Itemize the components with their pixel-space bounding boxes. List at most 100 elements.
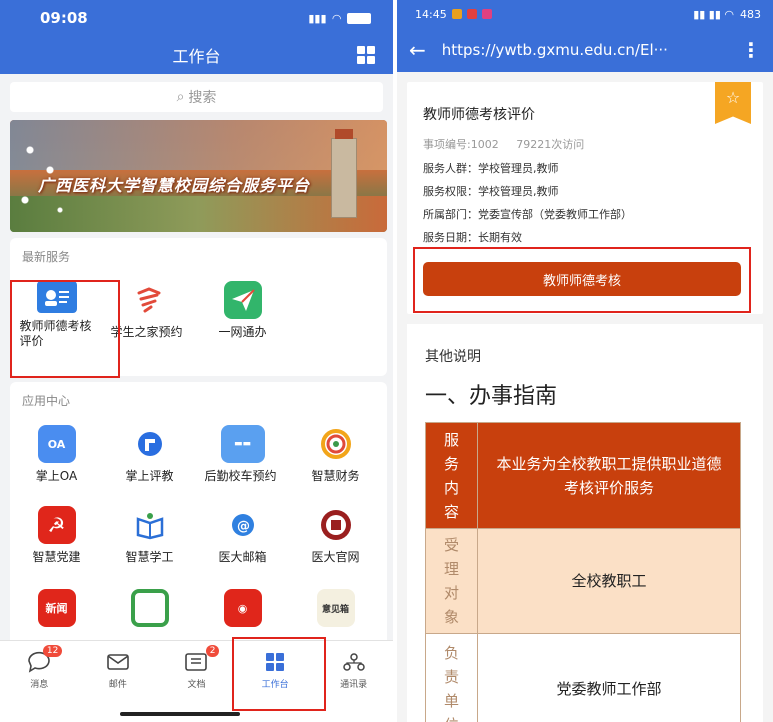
tab-mail[interactable]: 邮件 (79, 641, 158, 722)
svg-text:@: @ (237, 519, 250, 534)
tab-documents[interactable]: 2 文档 (157, 641, 236, 722)
one-network-icon: ◉ (223, 589, 262, 627)
green-square-icon (130, 589, 169, 627)
section-title: 应用中心 (22, 394, 71, 408)
tab-messages[interactable]: 12 消息 (0, 641, 79, 722)
service-meta: 事项编号:1002 79221次访问 (423, 136, 584, 152)
service-label: 一网通办 (218, 325, 267, 339)
opinion-box-icon: 意见箱 (316, 589, 355, 627)
back-arrow-icon[interactable]: ← (409, 38, 426, 62)
table-value: 全校教职工 (477, 528, 741, 634)
signal-icon: ▮▮▮ (308, 11, 327, 25)
app-green-square[interactable] (103, 589, 196, 627)
guide-table: 服务内容 本业务为全校教职工提供职业道德考核评价服务 受理对象 全校教职工 负责… (425, 422, 741, 722)
search-icon: ⌕ (176, 89, 185, 105)
student-home-icon (130, 281, 169, 319)
notification-icon (481, 9, 492, 19)
app-header: 工作台 (0, 36, 393, 74)
app-party-building[interactable]: ☭ 智慧党建 (10, 506, 103, 565)
banner-text: 广西医科大学智慧校园综合服务平台 (38, 176, 311, 195)
table-row: 负责单位 党委教师工作部 (425, 633, 741, 722)
app-one-network[interactable]: ◉ (196, 589, 289, 627)
status-icons: ▮▮▮ ◠ (308, 12, 371, 25)
browser-url-bar: ← https://ywtb.gxmu.edu.cn/El··· ⋮ (397, 28, 773, 72)
official-site-icon (316, 506, 355, 544)
latest-services-card: 最新服务 教师师德考核评价 学生之家预约 一网通办 (10, 238, 387, 378)
highlight-box (10, 280, 120, 378)
table-key: 受理对象 (425, 528, 478, 634)
envelope-icon (105, 651, 131, 673)
service-name: 教师师德考核评价 (423, 107, 535, 123)
tab-contacts[interactable]: 通讯录 (314, 641, 393, 722)
app-teaching-eval[interactable]: 掌上评教 (103, 425, 196, 484)
service-label: 学生之家预约 (110, 325, 183, 339)
app-finance[interactable]: 智慧财务 (289, 425, 382, 484)
mail-icon: @ (223, 506, 262, 544)
app-label: 掌上OA (35, 469, 78, 483)
other-notes-title: 其他说明 (425, 349, 481, 365)
status-time: 09:08 (40, 9, 88, 27)
paper-plane-icon (223, 281, 262, 319)
table-value: 党委教师工作部 (477, 633, 741, 722)
battery-level: 483 (740, 7, 761, 21)
info-service-date: 服务日期：长期有效 (423, 231, 522, 244)
highlight-box (232, 637, 326, 711)
guide-heading: 一、办事指南 (425, 384, 558, 409)
app-label: 智慧党建 (32, 550, 81, 564)
notification-icon (466, 9, 477, 19)
app-student-affairs[interactable]: 智慧学工 (103, 506, 196, 565)
battery-icon (347, 12, 371, 24)
party-building-icon: ☭ (37, 506, 76, 544)
document-icon: 2 (183, 645, 220, 673)
start-assessment-button[interactable]: 教师师德考核 (423, 262, 741, 296)
news-icon: 新闻 (37, 589, 76, 627)
teaching-eval-icon (130, 425, 169, 463)
visit-count: 79221次访问 (516, 138, 585, 151)
app-news[interactable]: 新闻 (10, 589, 103, 627)
clock-tower-image (331, 129, 357, 218)
app-school-bus[interactable]: ▬▬ 后勤校车预约 (196, 425, 289, 484)
app-label: 医大邮箱 (218, 550, 267, 564)
url-text[interactable]: https://ywtb.gxmu.edu.cn/El··· (442, 41, 741, 59)
unread-badge: 2 (205, 645, 220, 657)
table-row: 服务内容 本业务为全校教职工提供职业道德考核评价服务 (425, 422, 741, 529)
wifi-icon: ◠ (332, 11, 341, 25)
tab-label: 通讯录 (340, 680, 368, 690)
service-guide-card: 其他说明 一、办事指南 服务内容 本业务为全校教职工提供职业道德考核评价服务 受… (407, 324, 763, 722)
info-department: 所属部门：党委宣传部（党委教师工作部） (423, 208, 632, 221)
app-label: 医大官网 (311, 550, 360, 564)
app-label: 后勤校车预约 (204, 469, 277, 483)
table-key: 负责单位 (425, 633, 478, 722)
campus-banner[interactable]: 广西医科大学智慧校园综合服务平台 (10, 120, 387, 232)
search-input[interactable]: ⌕ 搜索 (10, 82, 383, 112)
apps-grid-icon[interactable] (357, 46, 375, 64)
service-detail-card: 教师师德考核评价 ☆ 事项编号:1002 79221次访问 服务人群：学校管理员… (407, 82, 763, 314)
bottom-tab-bar: 12 消息 邮件 2 文档 工作台 通讯录 (0, 637, 393, 722)
table-key: 服务内容 (425, 422, 478, 529)
more-menu-icon[interactable]: ⋮ (741, 38, 761, 62)
app-opinion-box[interactable]: 意见箱 (289, 589, 382, 627)
app-label: 智慧财务 (311, 469, 360, 483)
left-phone-screen: 09:08 ▮▮▮ ◠ 工作台 ⌕ 搜索 广西医科大学智慧校园综合服务平台 最新… (0, 0, 393, 722)
service-one-stop[interactable]: 一网通办 (196, 281, 289, 349)
home-indicator (120, 712, 240, 716)
search-placeholder: 搜索 (188, 90, 217, 106)
info-audience: 服务人群：学校管理员,教师 (423, 162, 559, 175)
student-affairs-icon (130, 506, 169, 544)
right-phone-screen: 14:45 ▮▮ ▮▮ ◠ 483 ← https://ywtb.gxmu.ed… (397, 0, 773, 722)
app-oa[interactable]: OA 掌上OA (10, 425, 103, 484)
table-row: 受理对象 全校教职工 (425, 528, 741, 634)
app-label: 掌上评教 (125, 469, 174, 483)
finance-icon (316, 425, 355, 463)
unread-badge: 12 (42, 645, 63, 657)
signal-icon: ▮▮ ▮▮ ◠ (693, 7, 734, 21)
status-bar: 14:45 ▮▮ ▮▮ ◠ 483 (397, 0, 773, 28)
favorite-star-icon[interactable]: ☆ (715, 82, 751, 124)
app-center-card: 应用中心 OA 掌上OA 掌上评教 ▬▬ 后勤校车预约 智慧财务 ☭ 智慧党建 … (10, 382, 387, 682)
app-official-site[interactable]: 医大官网 (289, 506, 382, 565)
notification-icon (451, 9, 462, 19)
tab-label: 消息 (30, 680, 49, 690)
app-mail[interactable]: @ 医大邮箱 (196, 506, 289, 565)
status-bar: 09:08 ▮▮▮ ◠ (0, 0, 393, 36)
school-bus-icon: ▬▬ (220, 425, 265, 463)
